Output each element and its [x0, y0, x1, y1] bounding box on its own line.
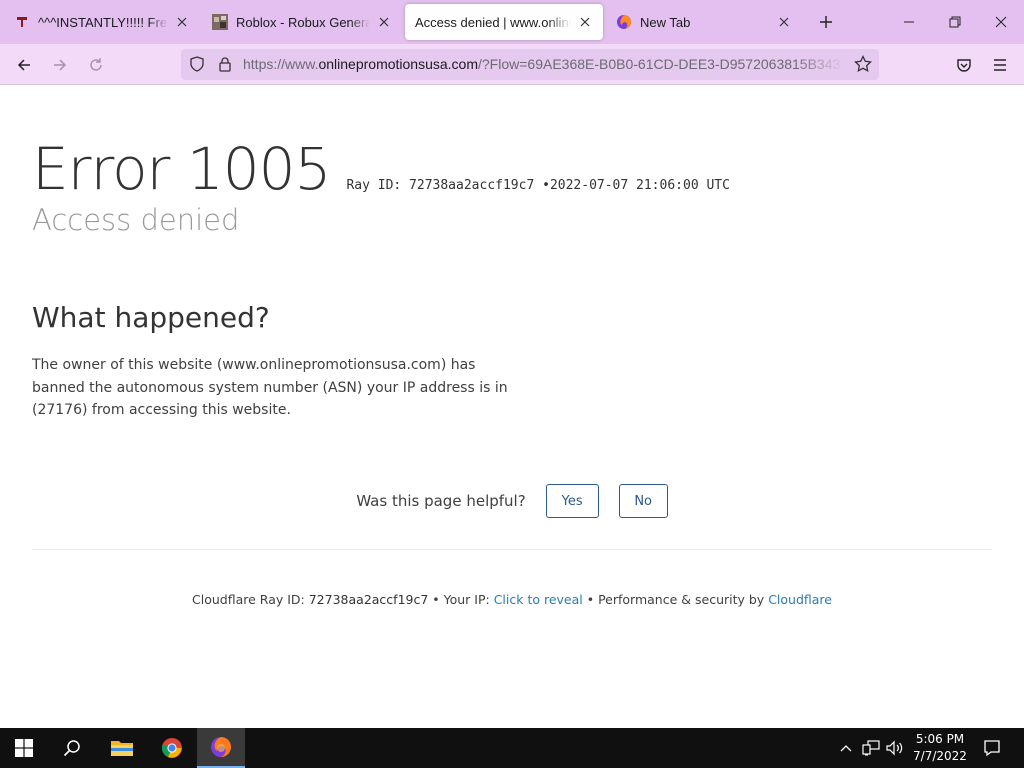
close-icon — [995, 16, 1007, 28]
feedback-no-button[interactable]: No — [618, 484, 668, 518]
cloudflare-link[interactable]: Cloudflare — [768, 592, 832, 607]
network-button[interactable] — [861, 728, 881, 768]
feedback-question: Was this page helpful? — [356, 492, 526, 510]
bookmark-star-icon[interactable] — [852, 53, 874, 75]
feedback-section: Was this page helpful? Yes No — [0, 484, 1024, 518]
back-button[interactable] — [11, 52, 37, 78]
tab-title: Roblox - Robux Generator — [236, 14, 370, 30]
chevron-up-icon — [840, 745, 852, 752]
pocket-button[interactable] — [951, 52, 977, 78]
error-timestamp: 2022-07-07 21:06:00 UTC — [549, 178, 730, 193]
menu-button[interactable] — [987, 52, 1013, 78]
url-path: /?Flow=69AE368E-B0B0-61CD-DEE3-D95720638… — [478, 56, 843, 72]
speaker-icon — [886, 740, 903, 756]
footer-ray-label: Cloudflare Ray ID: — [192, 592, 309, 607]
windows-taskbar: 5:06 PM 7/7/2022 — [0, 728, 1024, 768]
error-description: The owner of this website (www.onlinepro… — [32, 357, 508, 418]
image-favicon-icon — [212, 14, 228, 30]
divider — [32, 549, 992, 550]
reload-button[interactable] — [83, 52, 109, 78]
tab-new-tab[interactable]: New Tab — [606, 4, 802, 40]
tab-title: New Tab — [640, 14, 691, 30]
taskbar-clock[interactable]: 5:06 PM 7/7/2022 — [908, 731, 972, 765]
bullet-separator: • — [542, 178, 550, 193]
error-meta: Ray ID: 72738aa2accf19c7 •2022-07-07 21:… — [346, 178, 730, 193]
tab-strip: ^^^INSTANTLY!!!!! Free Robux Roblox - Ro… — [0, 0, 1024, 44]
error-subtitle: Access denied — [32, 203, 240, 237]
firefox-button[interactable] — [197, 728, 245, 768]
notification-icon — [984, 740, 1000, 757]
search-icon — [63, 740, 80, 757]
minimize-button[interactable] — [886, 0, 932, 44]
restore-button[interactable] — [932, 0, 978, 44]
tab-free-robux[interactable]: ^^^INSTANTLY!!!!! Free Robux — [4, 4, 200, 40]
clock-date: 7/7/2022 — [913, 749, 967, 763]
tab-title: ^^^INSTANTLY!!!!! Free Robux — [38, 14, 168, 30]
reveal-ip-link[interactable]: Click to reveal — [494, 592, 583, 607]
notification-center-button[interactable] — [978, 728, 1006, 768]
firefox-icon — [616, 14, 632, 30]
what-happened-heading: What happened? — [32, 301, 270, 334]
firefox-icon — [211, 737, 231, 757]
footer-ray-value: 72738aa2accf19c7 — [308, 592, 429, 607]
url-prefix: https://www. — [243, 56, 319, 72]
tab-access-denied[interactable]: Access denied | www.onlinepromotionsusa.… — [405, 4, 603, 40]
page-content: Error 1005 Ray ID: 72738aa2accf19c7 •202… — [0, 85, 1024, 728]
feedback-yes-button[interactable]: Yes — [545, 484, 599, 518]
close-tab-icon[interactable] — [577, 14, 593, 30]
error-title: Error 1005 — [32, 135, 331, 203]
start-button[interactable] — [0, 728, 48, 768]
ray-id: Ray ID: 72738aa2accf19c7 — [346, 178, 535, 193]
error-header: Error 1005 Ray ID: 72738aa2accf19c7 •202… — [32, 135, 730, 203]
url-bar[interactable]: https://www.onlinepromotionsusa.com/?Flo… — [181, 49, 879, 80]
clock-time: 5:06 PM — [915, 732, 965, 746]
arrow-left-icon — [17, 59, 30, 71]
hamburger-menu-icon — [994, 59, 1006, 71]
volume-button[interactable] — [884, 728, 906, 768]
url-text[interactable]: https://www.onlinepromotionsusa.com/?Flo… — [243, 49, 843, 80]
folder-icon — [111, 741, 133, 756]
minimize-icon — [904, 21, 914, 23]
close-tab-icon[interactable] — [174, 14, 190, 30]
chrome-button[interactable] — [148, 728, 196, 768]
navigation-toolbar: https://www.onlinepromotionsusa.com/?Flo… — [0, 44, 1024, 85]
windows-logo-icon — [15, 739, 33, 757]
restore-icon — [949, 16, 961, 28]
footer-ip-label: • Your IP: — [428, 592, 494, 607]
arrow-right-icon — [54, 59, 67, 71]
network-icon — [862, 740, 880, 756]
search-button[interactable] — [48, 728, 96, 768]
tracking-protection-icon[interactable] — [186, 53, 208, 75]
reload-icon — [90, 58, 102, 71]
forward-button[interactable] — [47, 52, 73, 78]
show-hidden-icons-button[interactable] — [838, 728, 854, 768]
pocket-icon — [957, 59, 971, 72]
new-tab-button[interactable] — [814, 10, 838, 34]
cloudflare-footer: Cloudflare Ray ID: 72738aa2accf19c7 • Yo… — [0, 592, 1024, 607]
url-host: onlinepromotionsusa.com — [318, 56, 478, 72]
lock-icon[interactable] — [214, 53, 236, 75]
tab-robux-generator[interactable]: Roblox - Robux Generator — [202, 4, 402, 40]
footer-performance-label: • Performance & security by — [582, 592, 769, 607]
plus-icon — [820, 16, 832, 28]
close-tab-icon[interactable] — [776, 14, 792, 30]
chrome-icon — [161, 738, 182, 758]
file-explorer-button[interactable] — [98, 728, 146, 768]
close-tab-icon[interactable] — [376, 14, 392, 30]
close-window-button[interactable] — [978, 0, 1024, 44]
roblox-favicon-icon — [14, 14, 30, 30]
tab-title: Access denied | www.onlinepromotionsusa.… — [415, 14, 571, 30]
